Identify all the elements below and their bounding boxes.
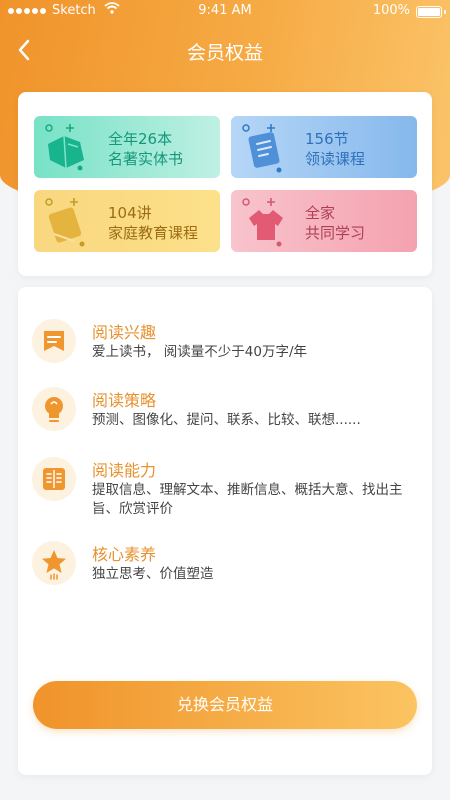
open-book-icon [32, 457, 76, 501]
benefit-family-label: 家庭教育课程 [108, 224, 199, 242]
benefit-courses-count: 156节 [305, 130, 349, 148]
benefits-card: 全年26本 名著实体书 156节 领读课程 104讲 家庭教育课程 全家 共同学… [18, 92, 432, 276]
feature-title: 阅读能力 [92, 461, 157, 480]
document-icon [242, 124, 282, 173]
redeem-button[interactable]: 兑换会员权益 [33, 681, 417, 729]
benefit-family-education[interactable]: 104讲 家庭教育课程 [34, 190, 220, 252]
benefit-books-label: 名著实体书 [108, 150, 184, 168]
page-title: 会员权益 [186, 42, 263, 64]
star-icon [32, 541, 76, 585]
status-bar: Sketch 9:41 AM 100% [0, 0, 450, 24]
feature-title: 阅读兴趣 [92, 323, 157, 342]
shirt-icon [242, 198, 283, 247]
benefit-books[interactable]: 全年26本 名著实体书 [34, 116, 220, 178]
feature-description: 独立思考、价值塑造 [92, 566, 214, 582]
battery-percent: 100% [372, 3, 410, 18]
benefit-family-count: 104讲 [108, 204, 152, 222]
benefit-learning-title: 全家 [305, 204, 336, 222]
feature-description: 提取信息、理解文本、推断信息、概括大意、找出主旨、欣赏评价 [92, 482, 403, 517]
feature-title: 阅读策略 [92, 391, 157, 410]
features-card: 阅读兴趣 爱上读书， 阅读量不少于40万字/年 阅读策略 预测、图像化、提问、联… [18, 287, 432, 775]
feature-title: 核心素养 [92, 545, 157, 564]
battery-icon [416, 6, 446, 18]
benefit-learning-label: 共同学习 [305, 224, 366, 242]
benefit-books-count: 全年26本 [108, 130, 173, 148]
benefit-family-learning[interactable]: 全家 共同学习 [231, 190, 417, 252]
book-icon [45, 124, 84, 171]
nav-bar: 会员权益 [0, 30, 450, 70]
feature-description: 爱上读书， 阅读量不少于40万字/年 [92, 344, 308, 360]
feature-description: 预测、图像化、提问、联系、比较、联想...... [92, 412, 361, 428]
benefit-courses[interactable]: 156节 领读课程 [231, 116, 417, 178]
benefit-courses-label: 领读课程 [305, 150, 366, 168]
bookmark-icon [32, 319, 76, 363]
notebook-icon [45, 198, 85, 247]
lightbulb-icon [32, 387, 76, 431]
